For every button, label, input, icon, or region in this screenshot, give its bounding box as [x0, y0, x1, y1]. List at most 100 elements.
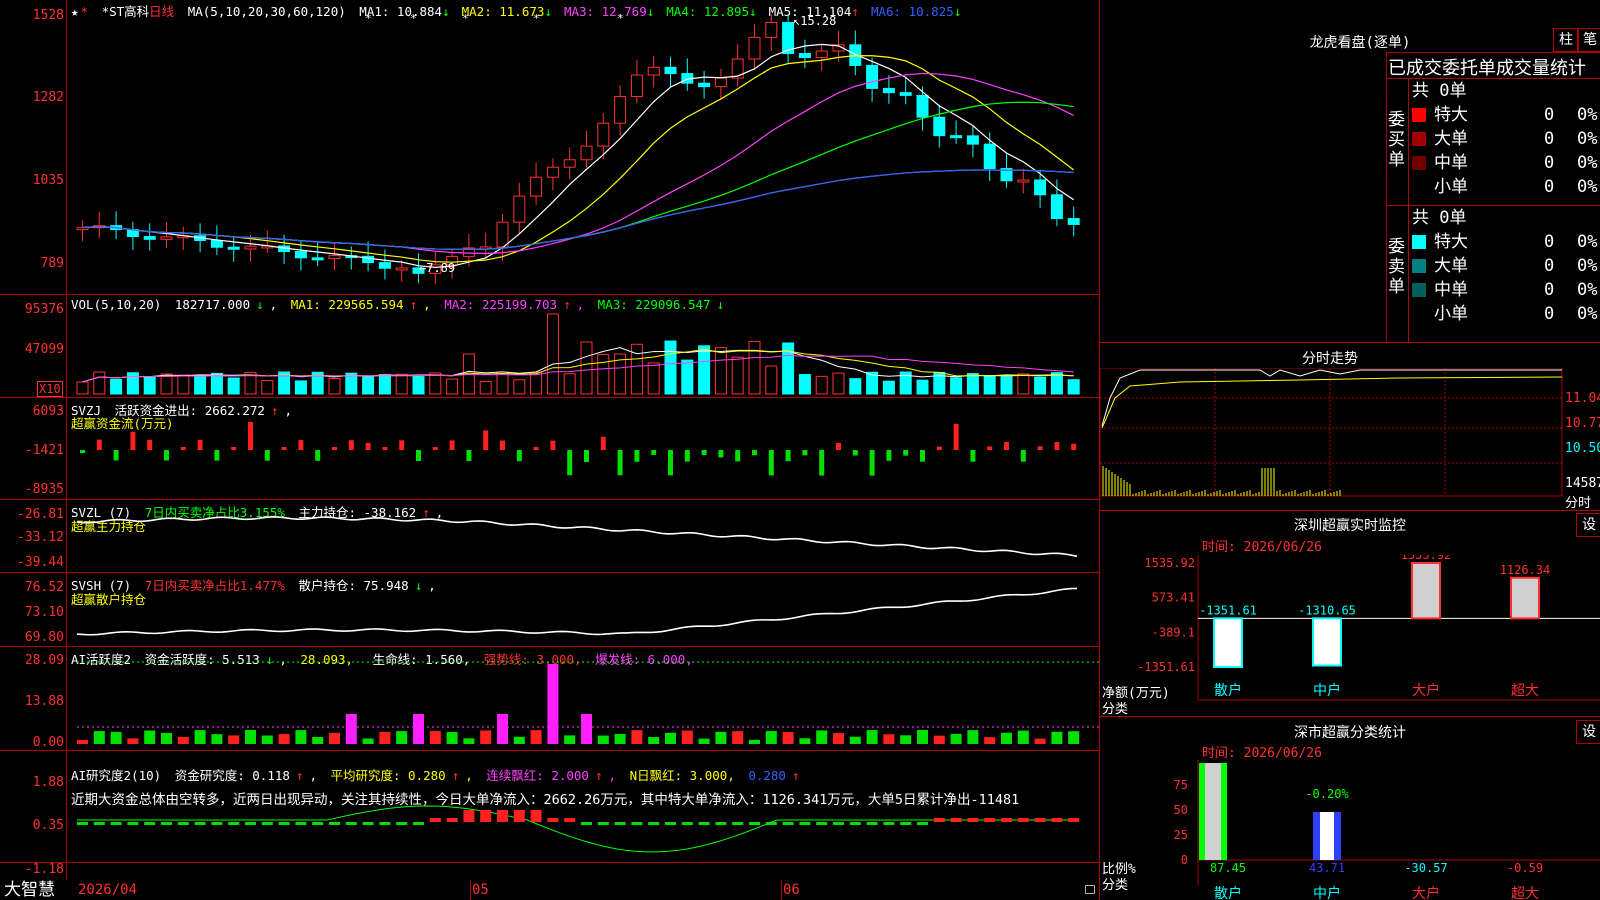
volume-bar	[1067, 379, 1080, 395]
order-row: 特大 0 0%	[1412, 103, 1597, 127]
activity-bar	[228, 735, 240, 744]
activity-bar	[194, 730, 206, 744]
flow-bar	[987, 446, 993, 450]
activity-bar	[161, 732, 172, 744]
candle	[311, 257, 324, 261]
research-bar	[396, 822, 408, 825]
candle	[496, 221, 509, 248]
ai-activity-chart[interactable]	[67, 660, 1099, 750]
volume-ma-line	[82, 347, 1074, 383]
activity-bar	[799, 738, 811, 744]
category-label: 中户	[1313, 682, 1341, 699]
fenshi-title: 分时走势	[1302, 351, 1358, 367]
net-flow-label: 1535.92	[1401, 555, 1452, 562]
candle	[1017, 179, 1030, 183]
candle	[513, 195, 526, 223]
vol-ytick: 47099	[24, 342, 64, 357]
flow-bar	[584, 450, 589, 462]
candle	[227, 246, 240, 250]
net-flow-chart[interactable]: 1535.92 573.41 -389.1 -1351.61 -1351.61 散户 -13…	[1100, 555, 1600, 715]
research-bar	[900, 822, 912, 825]
activity-bar	[329, 732, 340, 744]
net-flow-label: -1310.65	[1298, 603, 1356, 617]
main-holding-line	[76, 516, 1078, 558]
flow-bar	[113, 450, 119, 461]
flow-bar	[684, 450, 690, 462]
flow-bar	[533, 447, 539, 450]
svzj-chart[interactable]	[67, 420, 1099, 498]
research-bar	[866, 822, 878, 825]
separator	[1386, 52, 1387, 342]
flow-bar	[164, 450, 169, 461]
svzl-ytick: -33.12	[17, 530, 64, 545]
lock-icon[interactable]	[1085, 885, 1095, 894]
research-bar	[581, 822, 592, 825]
svzj-ytick: -8935	[24, 482, 64, 497]
research-bar	[765, 822, 777, 825]
flow-bar	[802, 450, 808, 456]
intraday-chart[interactable]	[1100, 368, 1600, 508]
research-bar	[917, 822, 928, 825]
sell-total: 共 0单	[1412, 208, 1467, 228]
separator	[0, 294, 1100, 295]
activity-bar	[245, 730, 256, 744]
separator	[1408, 78, 1409, 342]
ma-line	[82, 101, 1074, 250]
svzl-ytick: -26.81	[17, 507, 64, 522]
svsh-ytick: 76.52	[24, 580, 64, 595]
ma-line	[82, 54, 1075, 263]
date-divider	[470, 880, 471, 900]
settings-button[interactable]: 设	[1576, 720, 1600, 744]
svsh-chart[interactable]	[67, 573, 1099, 646]
net-flow-bar	[1411, 562, 1441, 620]
volume-chart[interactable]	[67, 310, 1099, 396]
research-bar	[547, 818, 559, 822]
category-label: 大户	[1412, 682, 1440, 699]
star-marker: *	[617, 14, 624, 25]
volume-bar	[731, 356, 744, 395]
candle	[933, 116, 946, 137]
color-swatch	[1412, 108, 1426, 122]
ai2-avg: 平均研究度: 0.280 ↑,	[330, 768, 473, 783]
volume-bar	[950, 377, 963, 395]
volume-bar	[630, 343, 643, 395]
class-top-label: -0.21%	[1206, 760, 1250, 762]
research-bar	[631, 822, 643, 825]
activity-bar	[967, 730, 979, 744]
settings-button[interactable]: 设	[1576, 513, 1600, 537]
volume-bar	[698, 345, 711, 395]
monitor-ytick: 573.41	[1152, 591, 1195, 605]
class-bar	[1205, 763, 1221, 860]
research-bar	[446, 818, 458, 822]
class-ytick: 50	[1174, 803, 1188, 817]
volume-bar	[513, 379, 526, 395]
activity-bar	[278, 734, 290, 744]
svzl-chart[interactable]	[67, 500, 1099, 572]
activity-bar	[480, 730, 492, 744]
candle	[143, 235, 156, 240]
volume-bar	[597, 354, 610, 395]
class-ratio-chart[interactable]: 75 50 25 0 -0.21% -0.20% 87.45 散户 43.71 中户 -30.57 大…	[1100, 760, 1600, 900]
activity-bar	[597, 735, 609, 744]
research-bar	[161, 822, 172, 825]
ai-research-chart[interactable]	[67, 800, 1099, 878]
candle	[244, 245, 257, 250]
category-label: 大户	[1412, 885, 1440, 900]
star-marker: *	[365, 14, 372, 25]
research-line	[77, 805, 1077, 853]
volume-bar	[765, 365, 778, 395]
activity-bar	[177, 736, 189, 744]
volume-bar	[76, 381, 89, 395]
volume-bar	[143, 376, 156, 395]
kline-ytick: 1035	[32, 173, 64, 188]
svsh-ytick: 73.10	[24, 605, 64, 620]
activity-bar	[833, 733, 844, 744]
activity-bar	[782, 732, 794, 744]
candle	[630, 74, 643, 98]
activity-bar	[429, 731, 441, 744]
flow-bar	[567, 450, 573, 476]
bar-mode-button[interactable]: 柱	[1553, 28, 1579, 52]
kline-chart[interactable]: * * * * *	[67, 14, 1099, 292]
flow-bar	[332, 447, 337, 450]
tick-mode-button[interactable]: 笔	[1577, 28, 1600, 52]
